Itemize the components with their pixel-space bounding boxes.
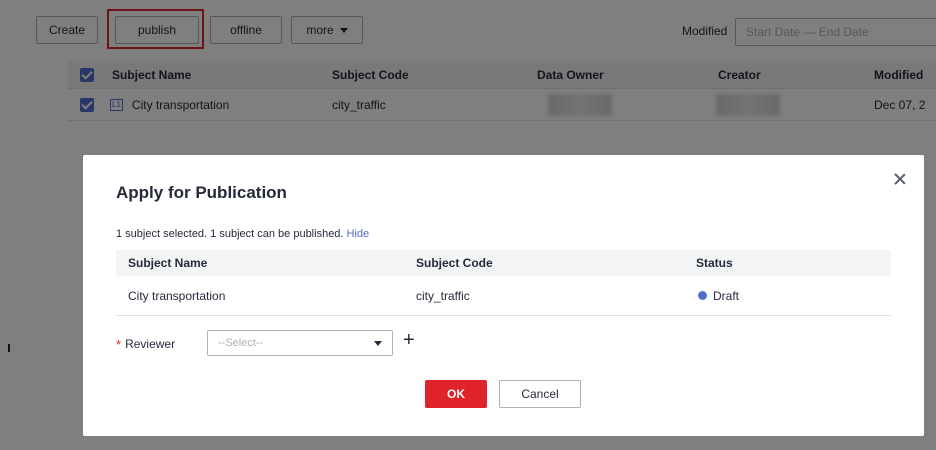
column-header: Subject Code	[416, 256, 493, 270]
close-icon[interactable]	[894, 173, 906, 185]
page-edge-mark	[8, 344, 10, 352]
caret-down-icon	[374, 341, 382, 346]
subject-name: City transportation	[128, 288, 226, 303]
column-header: Subject Name	[128, 256, 208, 270]
status-badge: Draft	[698, 276, 739, 315]
add-reviewer-icon[interactable]: +	[403, 328, 415, 352]
apply-publication-dialog: Apply for Publication 1 subject selected…	[83, 155, 924, 436]
reviewer-label: * Reviewer	[116, 332, 175, 356]
cancel-button[interactable]: Cancel	[499, 380, 581, 408]
table-header-row: Subject Name Subject Code Status	[116, 250, 891, 276]
dialog-title: Apply for Publication	[116, 183, 287, 202]
status-dot-icon	[698, 291, 707, 300]
table-row: City transportation city_traffic Draft	[116, 276, 891, 316]
reviewer-select[interactable]: --Select--	[207, 330, 393, 356]
status-text: Draft	[713, 288, 740, 303]
subject-code: city_traffic	[416, 288, 470, 303]
selection-summary: 1 subject selected. 1 subject can be pub…	[116, 228, 369, 240]
ok-button[interactable]: OK	[425, 380, 487, 408]
summary-text: 1 subject selected. 1 subject can be pub…	[116, 228, 344, 240]
required-asterisk: *	[116, 336, 122, 352]
reviewer-placeholder: --Select--	[218, 337, 264, 349]
reviewer-label-text: Reviewer	[125, 337, 176, 351]
publication-table: Subject Name Subject Code Status City tr…	[116, 250, 891, 316]
column-header: Status	[696, 256, 733, 270]
hide-link[interactable]: Hide	[347, 228, 370, 240]
